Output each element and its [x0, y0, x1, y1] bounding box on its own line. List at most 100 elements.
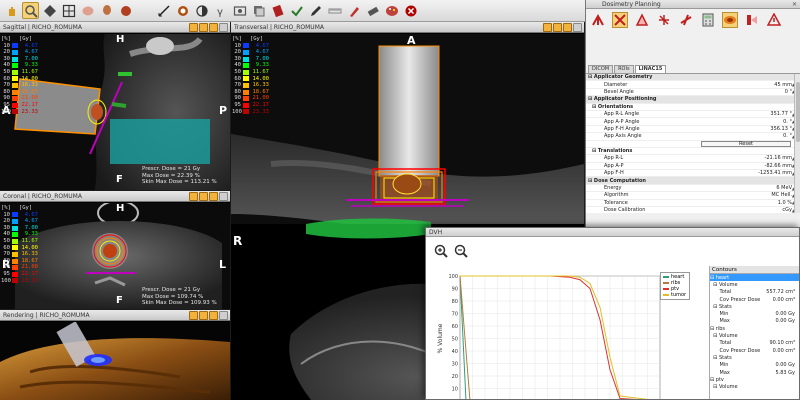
property-value[interactable]: MC Hell. — [691, 192, 800, 198]
property-row[interactable]: App A-P Angle0. °▲▼ — [586, 118, 800, 126]
pan-icon[interactable] — [199, 191, 208, 201]
applicator-tool-2-icon[interactable] — [612, 12, 628, 28]
contour-row[interactable]: Total 90.10 cm³ — [710, 340, 799, 347]
property-row[interactable]: AlgorithmMC Hell.▲▼ — [586, 192, 800, 200]
property-value[interactable]: 0. ° — [691, 133, 800, 139]
warning-icon[interactable] — [766, 12, 782, 28]
brush-icon[interactable] — [345, 2, 362, 19]
property-row[interactable]: Energy6 MeV▲▼ — [586, 185, 800, 193]
calculator-icon[interactable] — [700, 12, 716, 28]
contour-row[interactable]: Cov Prescr Dose 0.00 cm³ — [710, 296, 799, 303]
zoom-icon[interactable] — [22, 2, 39, 19]
pan-icon[interactable] — [199, 22, 208, 32]
palette-icon[interactable] — [383, 2, 400, 19]
pan-icon[interactable] — [553, 22, 562, 32]
property-row[interactable]: App A-P-82.66 mm▲▼ — [586, 163, 800, 171]
contour-row[interactable]: Max 0.00 Gy — [710, 318, 799, 325]
contour-row[interactable]: ⊟ Stats — [710, 354, 799, 361]
contour-row[interactable]: ⊟ ribs — [710, 325, 799, 332]
property-row[interactable]: Tolerance1.0 %▲▼ — [586, 200, 800, 208]
tab-linac15[interactable]: LINAC15 — [634, 65, 667, 73]
settings-icon[interactable] — [219, 22, 228, 32]
scrollbar-thumb[interactable] — [796, 82, 800, 142]
property-value[interactable]: 351.77 ° — [691, 111, 800, 117]
contour-row[interactable]: ⊟ ptv — [710, 376, 799, 383]
property-value[interactable]: cGy — [691, 207, 800, 213]
measure-icon[interactable] — [155, 2, 172, 19]
property-grid-scrollbar[interactable] — [794, 74, 800, 213]
property-row[interactable]: App Axis Angle0. °▲▼ — [586, 133, 800, 141]
settings-icon[interactable] — [219, 191, 228, 201]
property-value[interactable]: 1.0 % — [691, 200, 800, 206]
applicator-tool-6-icon[interactable] — [744, 12, 760, 28]
hand-icon[interactable] — [563, 22, 572, 32]
property-value[interactable]: 6 MeV — [691, 185, 800, 191]
eraser-icon[interactable] — [364, 2, 381, 19]
fit-icon[interactable] — [189, 22, 198, 32]
layout-icon[interactable] — [60, 2, 77, 19]
check-icon[interactable] — [288, 2, 305, 19]
property-row[interactable]: App R-L Angle351.77 °▲▼ — [586, 111, 800, 119]
property-row[interactable]: Bevel Angle0 °▲▼ — [586, 89, 800, 97]
property-value[interactable]: 356.13 ° — [691, 126, 800, 132]
contour-row[interactable]: Min 0.00 Gy — [710, 362, 799, 369]
rendering-view[interactable]: Rendering | RICHO_ROMUMA — [0, 310, 230, 400]
zoom-in-icon[interactable] — [434, 244, 448, 258]
property-row[interactable]: App F-H-1253.41 mm▲▼ — [586, 170, 800, 178]
ruler-icon[interactable] — [326, 2, 343, 19]
screen-capture-icon[interactable] — [231, 2, 248, 19]
contour-row[interactable]: ⊟ Volume — [710, 332, 799, 339]
property-value[interactable]: 0 ° — [691, 89, 800, 95]
contrast-icon[interactable] — [193, 2, 210, 19]
fit-icon[interactable] — [189, 191, 198, 201]
contour-row[interactable]: Min 0.00 Gy — [710, 310, 799, 317]
settings-icon[interactable] — [219, 310, 228, 320]
contour-row[interactable]: ⊟ Volume — [710, 383, 799, 390]
property-value[interactable]: -82.66 mm — [691, 163, 800, 169]
dose-map-icon[interactable] — [722, 12, 738, 28]
property-row[interactable]: Diameter45 mm▲▼ — [586, 81, 800, 89]
close-icon[interactable]: ✕ — [792, 1, 797, 8]
close-icon[interactable] — [402, 2, 419, 19]
organ-icon[interactable] — [117, 2, 134, 19]
hand-icon[interactable] — [3, 2, 20, 19]
fit-icon[interactable] — [189, 310, 198, 320]
applicator-tool-5-icon[interactable] — [678, 12, 694, 28]
property-value[interactable]: -1253.41 mm — [691, 170, 800, 176]
rendering-canvas[interactable] — [0, 322, 230, 400]
contour-row[interactable]: ⊟ Stats — [710, 303, 799, 310]
hand-icon[interactable] — [209, 22, 218, 32]
zoom-out-icon[interactable] — [454, 244, 468, 258]
contour-row[interactable]: ⊟ Volume — [710, 281, 799, 288]
property-row[interactable]: App F-H Angle356.13 °▲▼ — [586, 126, 800, 134]
property-row[interactable]: App R-L-21.16 mm▲▼ — [586, 155, 800, 163]
head-icon[interactable] — [98, 2, 115, 19]
property-value[interactable]: -21.16 mm — [691, 155, 800, 161]
contour-row[interactable]: Max 5.83 Gy — [710, 369, 799, 376]
settings-icon[interactable] — [573, 22, 582, 32]
dvh-chart[interactable]: 1009080706050403020100% Volume — [434, 266, 679, 400]
property-value[interactable]: 45 mm — [691, 82, 800, 88]
contour-row[interactable]: Total 557.72 cm³ — [710, 289, 799, 296]
applicator-tool-4-icon[interactable] — [656, 12, 672, 28]
pan-icon[interactable] — [199, 310, 208, 320]
applicator-tool-3-icon[interactable] — [634, 12, 650, 28]
brain-icon[interactable] — [79, 2, 96, 19]
tab-dicom[interactable]: DICOM — [588, 65, 614, 73]
property-row[interactable]: Dose CalibrationcGy▲▼ — [586, 207, 800, 213]
applicator-tool-1-icon[interactable] — [590, 12, 606, 28]
contour-row[interactable]: ⊟ heart — [710, 274, 799, 282]
hand-icon[interactable] — [209, 191, 218, 201]
tab-rois[interactable]: ROIs — [614, 65, 634, 73]
pencil-icon[interactable] — [307, 2, 324, 19]
sagittal-canvas[interactable]: H A P F Prescr. Dose = 21 Gy Max Dose = … — [0, 34, 230, 190]
gamma-icon[interactable]: γ — [212, 2, 229, 19]
fit-icon[interactable] — [543, 22, 552, 32]
coronal-canvas[interactable]: H R L F Prescr. Dose = 21 Gy Max Dose = … — [0, 203, 230, 309]
stack-icon[interactable] — [250, 2, 267, 19]
reset-row[interactable]: Reset — [586, 140, 800, 148]
window-level-icon[interactable] — [41, 2, 58, 19]
contour-row[interactable]: Cov Prescr Dose 0.00 cm³ — [710, 347, 799, 354]
sagittal-view[interactable]: Sagittal | RICHO_ROMUMA H A P F Prescr. … — [0, 22, 230, 190]
coronal-view[interactable]: Coronal | RICHO_ROMUMA H R L F Prescr. D… — [0, 191, 230, 309]
